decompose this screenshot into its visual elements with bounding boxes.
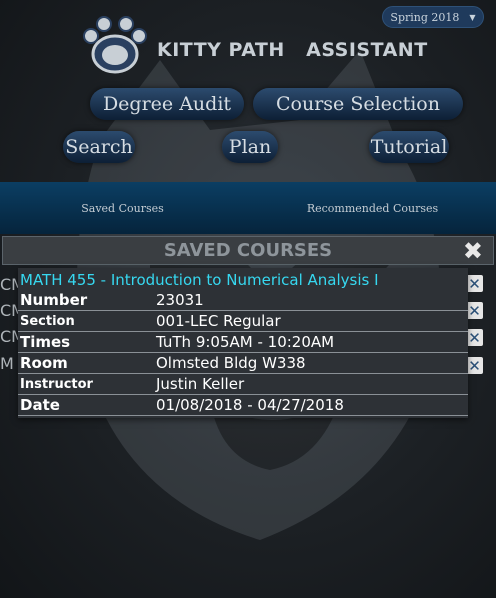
term-select[interactable]: Spring 2018 ▼ <box>382 6 484 28</box>
detail-value: Olmsted Bldg W338 <box>156 354 306 372</box>
saved-courses-title: SAVED COURSES <box>163 240 333 261</box>
search-button[interactable]: Search <box>63 131 135 163</box>
detail-label: Number <box>20 291 88 309</box>
detail-label: Room <box>20 354 68 372</box>
course-detail-title: MATH 455 - Introduction to Numerical Ana… <box>20 271 379 289</box>
detail-label: Section <box>20 313 75 329</box>
paw-logo-icon <box>83 16 147 74</box>
detail-label: Date <box>20 396 60 414</box>
tab-saved-courses[interactable]: Saved Courses <box>40 182 205 234</box>
detail-row-section: Section 001-LEC Regular <box>18 311 468 332</box>
detail-label: Times <box>20 333 71 351</box>
detail-row-number: Number 23031 <box>18 290 468 311</box>
detail-value: 01/08/2018 - 04/27/2018 <box>156 396 344 414</box>
remove-course-icon[interactable]: ✕ <box>466 302 483 320</box>
remove-course-icon[interactable]: ✕ <box>466 329 483 347</box>
close-icon[interactable]: ✖ <box>463 237 483 265</box>
plan-button[interactable]: Plan <box>222 131 278 163</box>
saved-course-code: M <box>0 353 14 373</box>
detail-row-times: Times TuTh 9:05AM - 10:20AM <box>18 332 468 353</box>
course-tabs-bar: Saved Courses Recommended Courses <box>0 182 496 234</box>
course-detail-popup: MATH 455 - Introduction to Numerical Ana… <box>18 268 468 418</box>
detail-row-instructor: Instructor Justin Keller <box>18 374 468 395</box>
detail-value: 23031 <box>156 291 204 309</box>
course-selection-button[interactable]: Course Selection <box>253 88 463 120</box>
detail-value: Justin Keller <box>156 375 245 393</box>
detail-row-room: Room Olmsted Bldg W338 <box>18 353 468 374</box>
tutorial-button[interactable]: Tutorial <box>369 131 449 163</box>
degree-audit-button[interactable]: Degree Audit <box>90 88 244 120</box>
tab-recommended-courses[interactable]: Recommended Courses <box>290 182 455 234</box>
detail-value: TuTh 9:05AM - 10:20AM <box>156 333 335 351</box>
detail-value: 001-LEC Regular <box>156 312 281 330</box>
term-select-value: Spring 2018 <box>390 10 460 24</box>
detail-label: Instructor <box>20 376 93 392</box>
app-title: KITTY PATH ASSISTANT <box>157 39 428 61</box>
remove-course-icon[interactable]: ✕ <box>466 357 483 375</box>
caret-down-icon: ▼ <box>469 12 476 22</box>
saved-courses-header: SAVED COURSES ✖ <box>2 236 494 265</box>
remove-course-icon[interactable]: ✕ <box>466 275 483 293</box>
detail-row-date: Date 01/08/2018 - 04/27/2018 <box>18 395 468 416</box>
